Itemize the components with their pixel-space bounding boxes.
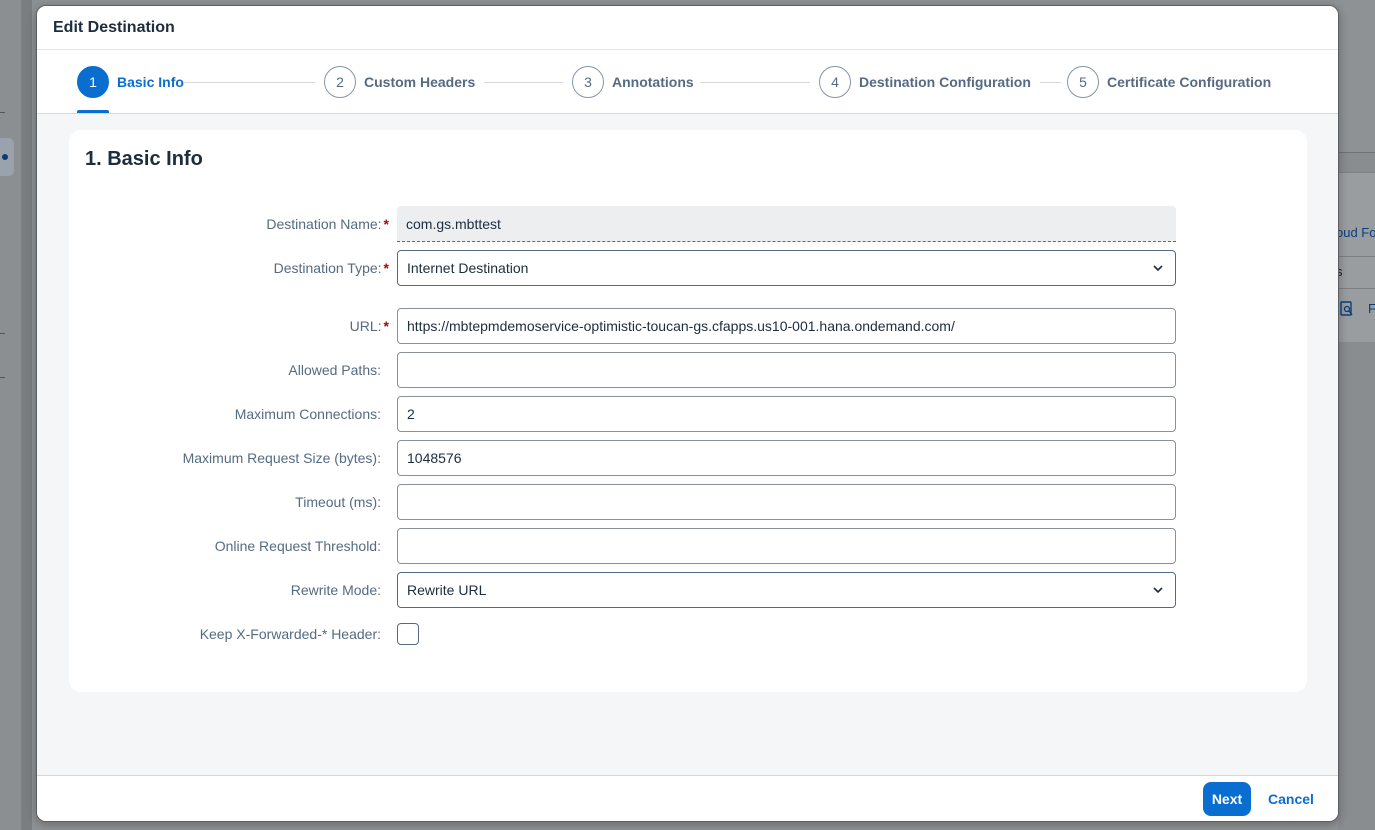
max-request-size-input[interactable]: 1048576 <box>397 440 1176 476</box>
label-text: Destination Name: <box>266 216 382 232</box>
destination-name-field: com.gs.mbttest <box>397 206 1176 242</box>
form-row-online-request-threshold: Online Request Threshold: <box>69 528 1307 564</box>
rewrite-mode-select[interactable]: Rewrite URL <box>397 572 1176 608</box>
form-row-max-connections: Maximum Connections: 2 <box>69 396 1307 432</box>
allowed-paths-input[interactable] <box>397 352 1176 388</box>
form-row-timeout: Timeout (ms): <box>69 484 1307 520</box>
background-divider <box>1338 288 1375 289</box>
step-number: 4 <box>819 66 851 98</box>
step-number: 3 <box>572 66 604 98</box>
url-label: URL: * <box>350 308 389 344</box>
online-request-threshold-label: Online Request Threshold: <box>214 538 381 554</box>
wizard-step-basic-info[interactable]: 1 Basic Info <box>77 66 184 98</box>
required-marker: * <box>383 318 389 334</box>
dialog-footer: Next Cancel <box>37 775 1338 821</box>
form-row-destination-name: Destination Name: * com.gs.mbttest <box>69 206 1307 242</box>
background-nav-tick <box>0 333 5 334</box>
background-nav-selected-item <box>0 138 14 176</box>
step-label: Annotations <box>612 74 694 90</box>
wizard-connector-line <box>184 82 315 83</box>
edit-destination-dialog: Edit Destination 1 Basic Info 2 Custom H… <box>36 5 1339 822</box>
step-number: 5 <box>1067 66 1099 98</box>
background-side-nav <box>0 0 22 830</box>
destination-type-select[interactable]: Internet Destination <box>397 250 1176 286</box>
wizard-step-destination-configuration[interactable]: 4 Destination Configuration <box>819 66 1031 98</box>
url-input[interactable]: https://mbtepmdemoservice-optimistic-tou… <box>397 308 1176 344</box>
step-number: 2 <box>324 66 356 98</box>
max-connections-label: Maximum Connections: <box>234 406 381 422</box>
background-right-link: oud Fo <box>1336 225 1375 240</box>
timeout-label: Timeout (ms): <box>295 494 381 510</box>
dialog-title: Edit Destination <box>53 18 175 36</box>
wizard-step-custom-headers[interactable]: 2 Custom Headers <box>324 66 475 98</box>
wizard-progress-nav: 1 Basic Info 2 Custom Headers 3 Annotati… <box>37 50 1338 114</box>
form-row-rewrite-mode: Rewrite Mode: Rewrite URL <box>69 572 1307 608</box>
form-row-url: URL: * https://mbtepmdemoservice-optimist… <box>69 308 1307 344</box>
step-label: Certificate Configuration <box>1107 74 1272 90</box>
required-marker: * <box>383 260 389 276</box>
basic-info-form-card: 1. Basic Info Destination Name: * com.gs.… <box>69 130 1307 692</box>
next-button[interactable]: Next <box>1203 782 1251 816</box>
step-label: Destination Configuration <box>859 74 1031 90</box>
dialog-header: Edit Destination <box>37 6 1338 50</box>
wizard-connector-line <box>1040 82 1061 83</box>
background-nav-tick <box>0 377 5 378</box>
active-step-indicator <box>77 110 109 113</box>
chevron-down-icon[interactable] <box>1151 583 1165 597</box>
required-marker: * <box>383 216 389 232</box>
chevron-down-icon[interactable] <box>1151 261 1165 275</box>
allowed-paths-label: Allowed Paths: <box>288 362 381 378</box>
keep-x-forwarded-checkbox[interactable] <box>397 623 419 645</box>
background-side-strip <box>22 0 32 830</box>
step-label: Custom Headers <box>364 74 476 90</box>
form-row-max-request-size: Maximum Request Size (bytes): 1048576 <box>69 440 1307 476</box>
background-divider <box>1338 256 1375 257</box>
form-row-allowed-paths: Allowed Paths: <box>69 352 1307 388</box>
destination-name-label: Destination Name: * <box>266 206 389 242</box>
form-row-keep-x-forwarded: Keep X-Forwarded-* Header: <box>69 616 1307 652</box>
wizard-connector-line <box>484 82 563 83</box>
wizard-step-annotations[interactable]: 3 Annotations <box>572 66 694 98</box>
selected-value: Internet Destination <box>407 260 529 276</box>
step-label: Basic Info <box>117 74 184 90</box>
destination-type-label: Destination Type: * <box>274 250 389 286</box>
selected-value: Rewrite URL <box>407 582 487 598</box>
background-right-label: F <box>1368 301 1375 316</box>
background-nav-tick <box>0 112 5 113</box>
label-text: URL: <box>349 318 382 334</box>
max-request-size-label: Maximum Request Size (bytes): <box>182 450 381 466</box>
step-number: 1 <box>77 66 109 98</box>
rewrite-mode-label: Rewrite Mode: <box>290 582 381 598</box>
cancel-button[interactable]: Cancel <box>1261 782 1321 816</box>
label-text: Destination Type: <box>273 260 382 276</box>
max-connections-input[interactable]: 2 <box>397 396 1176 432</box>
wizard-connector-line <box>700 82 810 83</box>
section-title: 1. Basic Info <box>85 148 203 170</box>
timeout-input[interactable] <box>397 484 1176 520</box>
form-row-destination-type: Destination Type: * Internet Destination <box>69 250 1307 286</box>
document-search-icon <box>1340 301 1354 320</box>
wizard-step-certificate-configuration[interactable]: 5 Certificate Configuration <box>1067 66 1271 98</box>
online-request-threshold-input[interactable] <box>397 528 1176 564</box>
keep-x-forwarded-label: Keep X-Forwarded-* Header: <box>199 626 381 642</box>
